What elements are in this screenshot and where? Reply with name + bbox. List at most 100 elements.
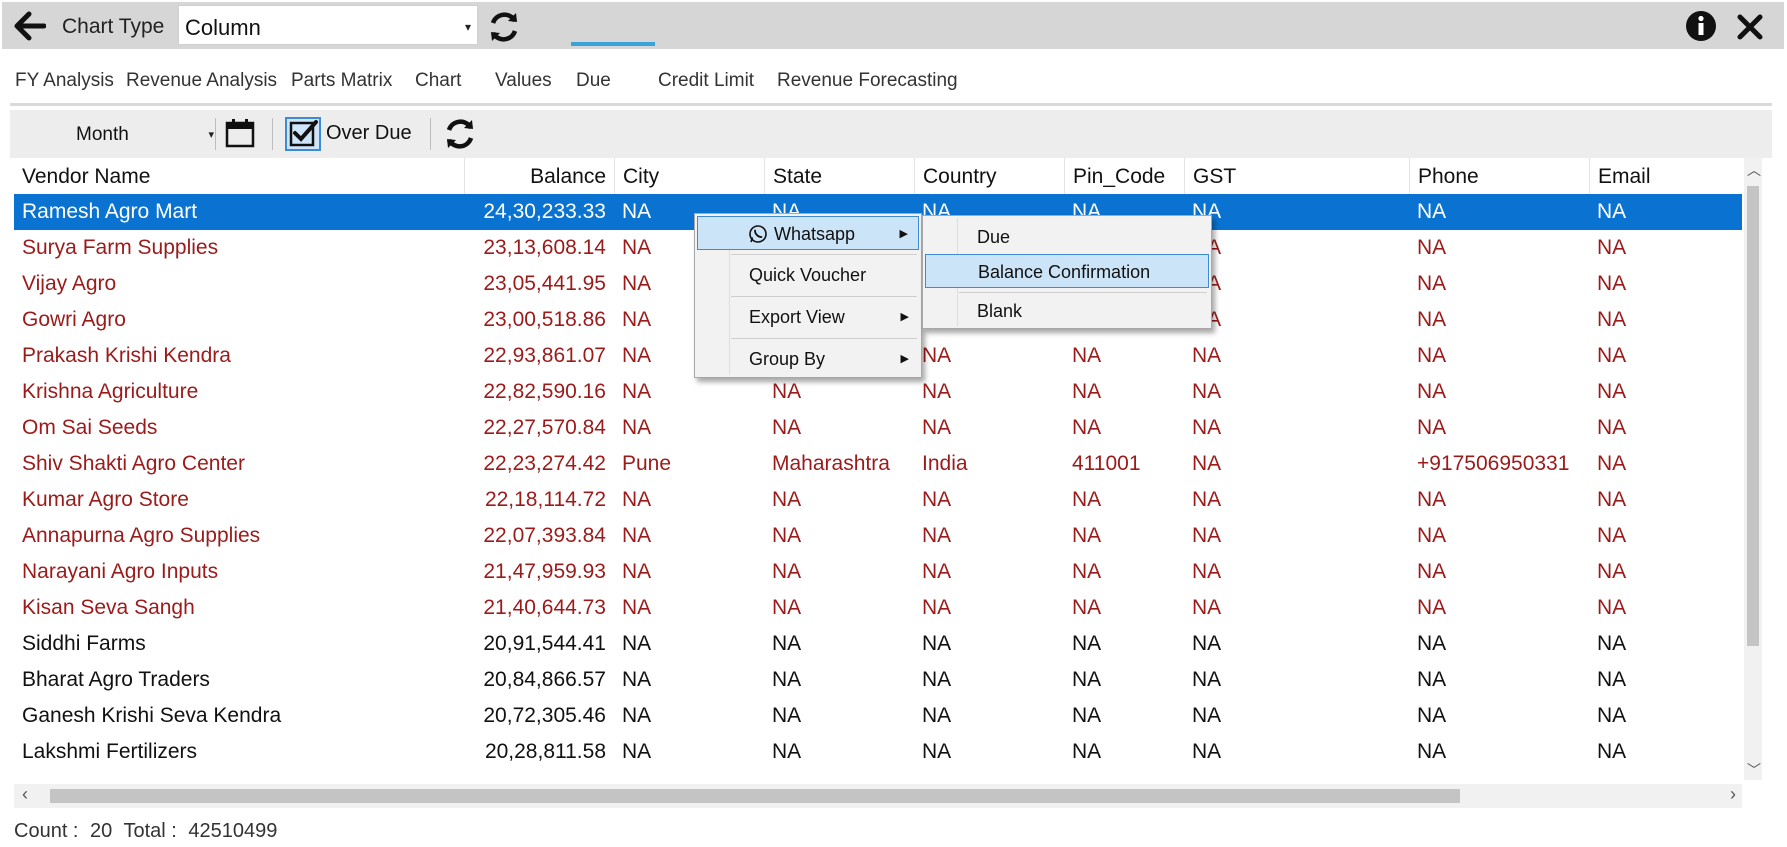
- submenu-item-blank[interactable]: Blank: [925, 294, 1209, 328]
- cell-vendor: Vijay Agro: [22, 272, 117, 295]
- cell-phone: NA: [1417, 344, 1447, 367]
- cell-vendor: Shiv Shakti Agro Center: [22, 452, 245, 475]
- cell-city: NA: [622, 704, 652, 727]
- whatsapp-icon: [749, 225, 767, 243]
- calendar-icon[interactable]: [224, 117, 256, 149]
- table-row[interactable]: Shiv Shakti Agro Center 22,23,274.42 Pune M…: [14, 446, 1742, 482]
- grid-header: Vendor Name Balance City State Country P…: [14, 158, 1742, 194]
- table-row[interactable]: Annapurna Agro Supplies 22,07,393.84 NA NA N…: [14, 518, 1742, 554]
- vertical-scroll-thumb[interactable]: [1747, 186, 1759, 646]
- tab-chart[interactable]: Chart: [415, 70, 461, 92]
- column-header-vendor-name[interactable]: Vendor Name: [14, 158, 464, 194]
- column-header-city[interactable]: City: [614, 158, 764, 194]
- period-dropdown[interactable]: Month ▾: [68, 118, 218, 150]
- cell-pin: NA: [1072, 740, 1102, 763]
- submenu-item-due[interactable]: Due: [925, 220, 1209, 254]
- column-header-state[interactable]: State: [764, 158, 914, 194]
- table-row[interactable]: Narayani Agro Inputs 21,47,959.93 NA NA NA NA…: [14, 554, 1742, 590]
- horizontal-scrollbar[interactable]: ‹ ›: [14, 784, 1742, 808]
- column-header-country[interactable]: Country: [914, 158, 1064, 194]
- cell-balance: 22,18,114.72: [484, 488, 606, 511]
- tab-fy-analysis[interactable]: FY Analysis: [15, 70, 114, 92]
- table-row[interactable]: Lakshmi Fertilizers 20,28,811.58 NA NA NA NA N…: [14, 734, 1742, 770]
- menu-item-group-by[interactable]: Group By ▶: [697, 342, 919, 376]
- menu-item-whatsapp[interactable]: Whatsapp ▶: [697, 216, 919, 250]
- scroll-right-icon[interactable]: ›: [1730, 784, 1736, 805]
- cell-email: NA: [1597, 704, 1627, 727]
- checkbox-checked-icon[interactable]: [285, 117, 321, 151]
- cell-phone: +917506950331: [1417, 452, 1570, 475]
- cell-balance: 20,91,544.41: [483, 632, 606, 655]
- cell-gst: NA: [1192, 380, 1222, 403]
- info-icon[interactable]: [1685, 10, 1717, 42]
- cell-country: NA: [922, 488, 952, 511]
- cell-phone: NA: [1417, 524, 1447, 547]
- tab-due[interactable]: Due: [576, 70, 611, 92]
- menu-item-quick-voucher[interactable]: Quick Voucher: [697, 258, 919, 292]
- cell-state: NA: [772, 380, 802, 403]
- cell-state: Maharashtra: [772, 452, 890, 475]
- scroll-left-icon[interactable]: ‹: [22, 784, 28, 805]
- dropdown-arrow-icon: ▾: [464, 20, 471, 34]
- close-icon[interactable]: [1735, 12, 1765, 42]
- tab-revenue-forecasting[interactable]: Revenue Forecasting: [777, 70, 958, 92]
- chevron-right-icon: ▶: [899, 228, 908, 240]
- cell-city: NA: [622, 380, 652, 403]
- column-header-phone[interactable]: Phone: [1409, 158, 1589, 194]
- refresh-icon[interactable]: [442, 116, 478, 152]
- cell-gst: NA: [1192, 452, 1222, 475]
- cell-state: NA: [772, 560, 802, 583]
- tab-credit-limit[interactable]: Credit Limit: [658, 70, 754, 92]
- cell-phone: NA: [1417, 272, 1447, 295]
- column-header-balance[interactable]: Balance: [464, 158, 614, 194]
- table-row[interactable]: Siddhi Farms 20,91,544.41 NA NA NA NA NA NA NA: [14, 626, 1742, 662]
- horizontal-scroll-thumb[interactable]: [50, 789, 1460, 803]
- back-arrow-icon[interactable]: [14, 11, 46, 41]
- cell-country: NA: [922, 632, 952, 655]
- cell-phone: NA: [1417, 416, 1447, 439]
- cell-city: NA: [622, 632, 652, 655]
- tab-revenue-analysis[interactable]: Revenue Analysis: [126, 70, 277, 92]
- cell-vendor: Kisan Seva Sangh: [22, 596, 195, 619]
- menu-item-label: Group By: [749, 349, 826, 369]
- vertical-scrollbar[interactable]: ︿ ﹀: [1744, 158, 1762, 780]
- grid-footer: Count : 20 Total : 42510499: [14, 820, 283, 843]
- cell-country: NA: [922, 344, 952, 367]
- cell-city: NA: [622, 740, 652, 763]
- tab-values[interactable]: Values: [495, 70, 552, 92]
- cell-pin: NA: [1072, 380, 1102, 403]
- menu-item-label: Quick Voucher: [749, 265, 867, 285]
- cell-state: NA: [772, 668, 802, 691]
- tab-divider: [10, 103, 1772, 106]
- menu-item-export-view[interactable]: Export View ▶: [697, 300, 919, 334]
- column-header-pin-code[interactable]: Pin_Code: [1064, 158, 1184, 194]
- table-row[interactable]: Krishna Agriculture 22,82,590.16 NA NA NA NA N…: [14, 374, 1742, 410]
- chart-type-dropdown[interactable]: Column ▾: [178, 5, 478, 45]
- active-tab-indicator: [571, 42, 655, 46]
- column-header-gst[interactable]: GST: [1184, 158, 1409, 194]
- tab-parts-matrix[interactable]: Parts Matrix: [291, 70, 392, 92]
- table-row[interactable]: Ganesh Krishi Seva Kendra 20,72,305.46 NA N…: [14, 698, 1742, 734]
- scroll-up-icon[interactable]: ︿: [1747, 160, 1761, 180]
- cell-gst: NA: [1184, 266, 1409, 302]
- cell-country: NA: [922, 596, 952, 619]
- table-row[interactable]: Kumar Agro Store 22,18,114.72 NA NA NA NA NA NA…: [14, 482, 1742, 518]
- cell-pin: NA: [1072, 632, 1102, 655]
- cell-vendor: Annapurna Agro Supplies: [22, 524, 261, 547]
- submenu-item-balance-confirmation[interactable]: Balance Confirmation: [925, 254, 1209, 288]
- scroll-down-icon[interactable]: ﹀: [1747, 760, 1761, 780]
- cell-state: NA: [772, 740, 802, 763]
- cell-balance: 23,13,608.14: [483, 236, 606, 259]
- refresh-icon[interactable]: [486, 9, 522, 45]
- chevron-right-icon: ▶: [900, 353, 909, 365]
- cell-vendor: Ramesh Agro Mart: [22, 200, 198, 223]
- cell-email: NA: [1597, 488, 1627, 511]
- cell-pin: NA: [1072, 416, 1102, 439]
- over-due-label: Over Due: [326, 122, 412, 144]
- table-row[interactable]: Kisan Seva Sangh 21,40,644.73 NA NA NA NA NA NA…: [14, 590, 1742, 626]
- cell-gst: NA: [1192, 560, 1222, 583]
- table-row[interactable]: Om Sai Seeds 22,27,570.84 NA NA NA NA NA NA NA: [14, 410, 1742, 446]
- column-header-email[interactable]: Email: [1589, 158, 1742, 194]
- table-row[interactable]: Bharat Agro Traders 20,84,866.57 NA NA NA NA N…: [14, 662, 1742, 698]
- cell-pin: NA: [1072, 668, 1102, 691]
